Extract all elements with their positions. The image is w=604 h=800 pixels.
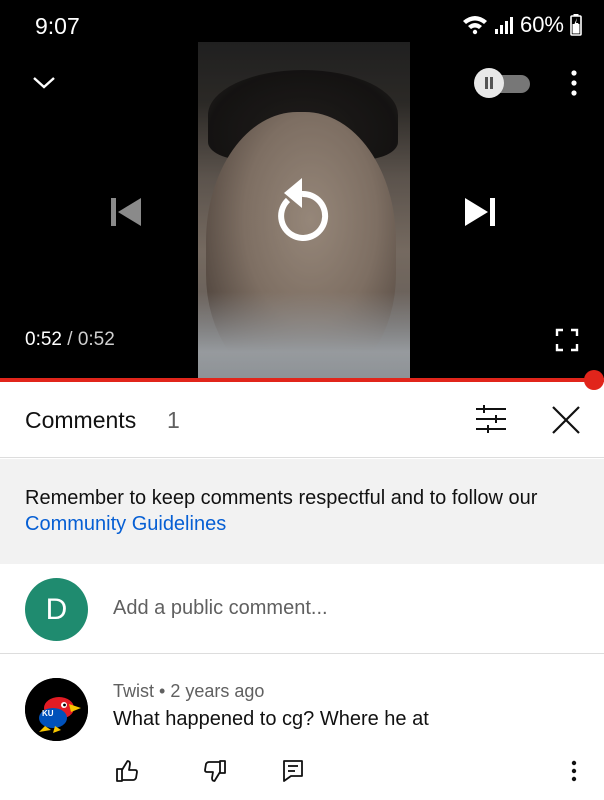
battery-percent: 60% [519, 12, 564, 37]
chevron-down-icon[interactable] [30, 70, 58, 94]
comment-author[interactable]: Twist [113, 681, 154, 701]
progress-bar[interactable] [0, 378, 604, 382]
fullscreen-icon[interactable] [555, 328, 579, 352]
thumbs-down-icon[interactable] [203, 759, 227, 783]
status-bar: 9:07 60% [0, 0, 604, 52]
avatar: D [25, 578, 88, 641]
pause-icon [474, 68, 504, 98]
autoplay-toggle[interactable] [474, 68, 532, 98]
duration: 0:52 [77, 329, 115, 350]
sort-icon[interactable] [474, 404, 508, 434]
more-vert-icon[interactable] [567, 759, 581, 783]
close-icon[interactable] [550, 404, 582, 436]
comments-title: Comments [25, 407, 137, 433]
skip-next-icon[interactable] [462, 195, 498, 229]
replay-icon[interactable] [268, 172, 336, 248]
comments-count: 1 [167, 407, 180, 433]
comment-input[interactable]: Add a public comment... [113, 597, 328, 620]
time-readout: 0:52 / 0:52 [25, 329, 115, 351]
skip-previous-icon[interactable] [108, 195, 144, 229]
guidelines-notice: Remember to keep comments respectful and… [0, 459, 604, 564]
wifi-icon [462, 14, 488, 36]
status-time: 9:07 [35, 13, 80, 39]
comment-item: KU Twist • 2 years ago What happened to … [0, 655, 604, 800]
video-player[interactable]: 9:07 60% 0:52 / 0:52 [0, 0, 604, 380]
more-vert-icon[interactable] [563, 68, 585, 98]
thumbs-up-icon[interactable] [115, 759, 139, 783]
comments-header: Comments 1 [0, 382, 604, 458]
battery-icon [570, 14, 582, 36]
comment-meta: Twist • 2 years ago [113, 681, 264, 702]
time-separator: / [67, 329, 73, 350]
jayhawk-avatar-icon[interactable]: KU [25, 678, 88, 741]
add-comment-row[interactable]: D Add a public comment... [0, 564, 604, 654]
progress-scrubber[interactable] [584, 370, 604, 390]
reply-icon[interactable] [282, 759, 304, 783]
svg-text:KU: KU [42, 709, 54, 718]
community-guidelines-link[interactable]: Community Guidelines [25, 513, 226, 535]
comment-text: What happened to cg? Where he at [113, 708, 429, 730]
guidelines-text: Remember to keep comments respectful and… [25, 487, 538, 509]
comment-age: 2 years ago [170, 681, 265, 701]
signal-icon [494, 15, 514, 35]
elapsed-time: 0:52 [25, 329, 62, 350]
status-icons: 60% [462, 12, 582, 38]
meta-dot: • [159, 681, 166, 701]
